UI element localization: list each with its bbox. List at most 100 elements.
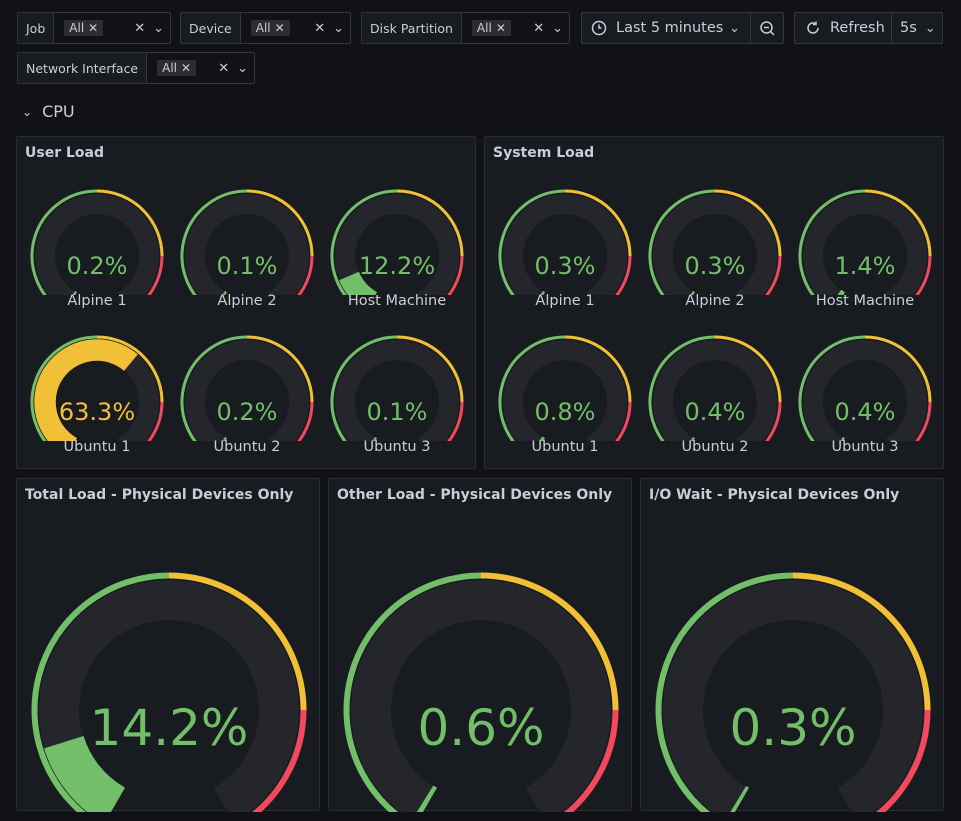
gauge-value: 1.4% [835, 252, 896, 280]
gauge-value: 0.8% [535, 398, 596, 426]
gauge-svg: 0.3% [498, 189, 632, 295]
gauge-label: Alpine 1 [535, 293, 595, 309]
panel-total-load[interactable]: Total Load - Physical Devices Only 14.2% [16, 478, 320, 812]
gauge-label: Alpine 2 [685, 293, 745, 309]
gauge-svg: 12.2% [330, 189, 464, 295]
panel-system-load[interactable]: System Load 0.3% Alpine 1 0.3% Alpine 2 1.4%… [484, 136, 944, 469]
gauge-svg: 0.8% [498, 335, 632, 441]
variable-job: Job All ✕ ✕ ⌄ [17, 12, 171, 44]
gauge-alpine-1: 0.3% Alpine 1 [490, 185, 640, 325]
refresh-interval-picker[interactable]: 5s ⌄ [891, 12, 943, 44]
gauge-value: 0.1% [217, 252, 278, 280]
gauge-label: Ubuntu 3 [363, 439, 431, 455]
clear-icon[interactable]: ✕ [533, 21, 544, 36]
variable-network-interface: Network Interface All ✕ ✕ ⌄ [17, 52, 255, 84]
gauge-total-load: 14.2% [31, 572, 307, 812]
panel-title: System Load [493, 145, 595, 161]
variable-net-select[interactable]: All ✕ ✕ ⌄ [147, 53, 254, 83]
gauge-svg: 1.4% [798, 189, 932, 295]
chevron-down-icon: ⌄ [924, 20, 936, 36]
remove-icon[interactable]: ✕ [181, 61, 191, 75]
panel-other-load[interactable]: Other Load - Physical Devices Only 0.6% [328, 478, 632, 812]
gauge-label: Alpine 1 [67, 293, 127, 309]
gauge-svg: 0.2% [180, 335, 314, 441]
gauge-value: 14.2% [90, 699, 249, 757]
chevron-down-icon[interactable]: ⌄ [153, 21, 164, 36]
row-title: CPU [42, 102, 75, 121]
panel-io-wait[interactable]: I/O Wait - Physical Devices Only 0.3% [640, 478, 944, 812]
variable-disk-select[interactable]: All ✕ ✕ ⌄ [462, 13, 569, 43]
gauge-label: Ubuntu 2 [681, 439, 749, 455]
variable-disk-label: Disk Partition [362, 13, 462, 43]
gauge-label: Host Machine [815, 293, 915, 309]
zoom-out-icon [759, 20, 775, 36]
zoom-out-button[interactable] [750, 12, 784, 44]
gauge-ubuntu-3: 0.4% Ubuntu 3 [790, 331, 940, 471]
variable-job-label: Job [18, 13, 55, 43]
variable-job-select[interactable]: All ✕ ✕ ⌄ [54, 13, 170, 43]
row-cpu-header[interactable]: ⌄ CPU [22, 102, 75, 121]
gauge-host-machine: 1.4% Host Machine [790, 185, 940, 325]
remove-icon[interactable]: ✕ [275, 21, 285, 35]
variable-device-select[interactable]: All ✕ ✕ ⌄ [241, 13, 350, 43]
gauge-host-machine: 12.2% Host Machine [322, 185, 472, 325]
gauge-value: 0.1% [367, 398, 428, 426]
gauge-svg: 0.3% [648, 189, 782, 295]
refresh-button[interactable]: Refresh [794, 12, 892, 44]
gauge-value: 0.3% [535, 252, 596, 280]
refresh-icon [807, 21, 819, 34]
chevron-down-icon[interactable]: ⌄ [552, 21, 563, 36]
variable-disk-chip[interactable]: All ✕ [471, 20, 511, 36]
gauge-svg: 0.2% [30, 189, 164, 295]
gauge-svg: 63.3% [30, 335, 164, 441]
gauge-alpine-1: 0.2% Alpine 1 [22, 185, 172, 325]
variable-device-label: Device [181, 13, 241, 43]
gauge-svg: 0.4% [798, 335, 932, 441]
variable-device: Device All ✕ ✕ ⌄ [180, 12, 351, 44]
gauge-ubuntu-2: 0.4% Ubuntu 2 [640, 331, 790, 471]
gauge-other-load: 0.6% [343, 572, 619, 812]
remove-icon[interactable]: ✕ [496, 21, 506, 35]
gauge-label: Ubuntu 3 [831, 439, 899, 455]
panel-title: User Load [25, 145, 104, 161]
gauge-value: 0.2% [67, 252, 128, 280]
variable-net-chip[interactable]: All ✕ [157, 60, 197, 76]
chevron-down-icon[interactable]: ⌄ [237, 61, 248, 76]
gauge-alpine-2: 0.1% Alpine 2 [172, 185, 322, 325]
gauge-svg: 0.1% [330, 335, 464, 441]
gauge-label: Ubuntu 1 [63, 439, 131, 455]
gauge-svg: 0.4% [648, 335, 782, 441]
gauge-value: 63.3% [59, 398, 135, 426]
gauge-label: Ubuntu 2 [213, 439, 281, 455]
variable-device-chip[interactable]: All ✕ [250, 20, 290, 36]
variable-net-label: Network Interface [18, 53, 148, 83]
gauge-io-wait: 0.3% [655, 572, 931, 812]
gauge-ubuntu-2: 0.2% Ubuntu 2 [172, 331, 322, 471]
chevron-down-icon[interactable]: ⌄ [333, 21, 344, 36]
gauge-ubuntu-1: 0.8% Ubuntu 1 [490, 331, 640, 471]
time-range-picker[interactable]: Last 5 minutes ⌄ [581, 12, 751, 44]
gauge-svg: 0.1% [180, 189, 314, 295]
gauge-value: 12.2% [359, 252, 435, 280]
gauge-value: 0.4% [835, 398, 896, 426]
gauge-label: Ubuntu 1 [531, 439, 599, 455]
clear-icon[interactable]: ✕ [314, 21, 325, 36]
refresh-label: Refresh [830, 20, 885, 36]
gauge-ubuntu-1: 63.3% Ubuntu 1 [22, 331, 172, 471]
panel-user-load[interactable]: User Load 0.2% Alpine 1 0.1% Alpine 2 12.2% H… [16, 136, 476, 469]
remove-icon[interactable]: ✕ [88, 21, 98, 35]
time-range-label: Last 5 minutes [616, 20, 724, 36]
clear-icon[interactable]: ✕ [134, 21, 145, 36]
gauge-value: 0.3% [729, 699, 856, 757]
clear-icon[interactable]: ✕ [218, 61, 229, 76]
gauge-label: Host Machine [347, 293, 447, 309]
chevron-down-icon: ⌄ [729, 20, 740, 36]
variable-disk-partition: Disk Partition All ✕ ✕ ⌄ [361, 12, 570, 44]
refresh-interval-value: 5s [900, 20, 917, 36]
clock-icon [591, 20, 607, 36]
gauge-value: 0.4% [685, 398, 746, 426]
gauge-ubuntu-3: 0.1% Ubuntu 3 [322, 331, 472, 471]
variable-job-chip[interactable]: All ✕ [64, 20, 104, 36]
gauge-label: Alpine 2 [217, 293, 277, 309]
gauge-value: 0.2% [217, 398, 278, 426]
